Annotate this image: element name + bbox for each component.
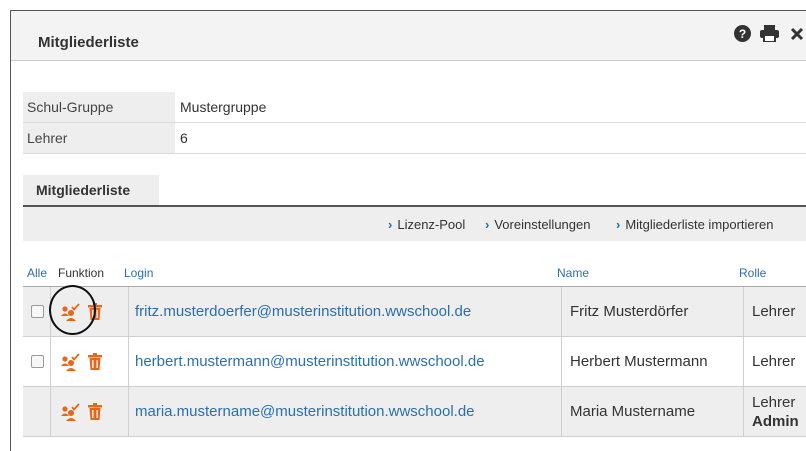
tab-mitgliederliste[interactable]: Mitgliederliste xyxy=(23,175,159,205)
info-label: Lehrer xyxy=(23,122,175,154)
header-login[interactable]: Login xyxy=(124,266,153,280)
info-value: 6 xyxy=(175,122,806,154)
member-login-link[interactable]: herbert.mustermann@musterinstitution.wws… xyxy=(135,353,485,370)
header-name[interactable]: Name xyxy=(557,266,589,280)
info-label: Schul-Gruppe xyxy=(23,92,175,123)
help-icon[interactable]: ? xyxy=(733,24,752,43)
dialog-title: Mitgliederliste xyxy=(38,34,139,51)
assign-role-icon[interactable] xyxy=(60,352,80,372)
row-checkbox-cell xyxy=(31,287,51,336)
name-cell: Herbert Mustermann xyxy=(570,337,708,386)
link-voreinstellungen[interactable]: › Voreinstellungen xyxy=(485,217,590,232)
print-icon[interactable] xyxy=(760,24,779,43)
member-login-link[interactable]: fritz.musterdoerfer@musterinstitution.ww… xyxy=(135,303,471,320)
svg-text:?: ? xyxy=(739,27,746,41)
name-cell: Fritz Musterdörfer xyxy=(570,287,688,336)
member-name: Maria Mustername xyxy=(570,403,696,420)
link-import-members[interactable]: › Mitgliederliste importieren xyxy=(616,217,773,232)
info-row: Schul-Gruppe Mustergruppe xyxy=(23,92,806,123)
role-cell: Lehrer Admin xyxy=(752,387,799,436)
login-cell: fritz.musterdoerfer@musterinstitution.ww… xyxy=(135,287,471,336)
member-login-link[interactable]: maria.mustername@musterinstitution.wwsch… xyxy=(135,403,475,420)
trash-icon[interactable] xyxy=(85,302,105,322)
role-cell: Lehrer xyxy=(752,337,795,386)
member-role: Lehrer xyxy=(752,353,796,370)
header-funktion: Funktion xyxy=(58,266,105,280)
group-info-table: Schul-Gruppe Mustergruppe Lehrer 6 xyxy=(23,92,806,154)
member-role: Lehrer xyxy=(752,393,796,411)
trash-icon[interactable] xyxy=(85,352,105,372)
header-alle[interactable]: Alle xyxy=(27,266,47,280)
chevron-right-icon: › xyxy=(388,217,393,232)
member-name: Fritz Musterdörfer xyxy=(570,303,689,320)
function-cell xyxy=(60,387,105,436)
info-row: Lehrer 6 xyxy=(23,122,806,154)
dialog-titlebar: Mitgliederliste ? xyxy=(11,11,806,61)
chevron-right-icon: › xyxy=(616,217,621,232)
role-cell: Lehrer xyxy=(752,287,795,336)
login-cell: maria.mustername@musterinstitution.wwsch… xyxy=(135,387,475,436)
row-checkbox-cell xyxy=(31,337,51,386)
info-value: Mustergruppe xyxy=(175,92,806,123)
action-link-bar: › Lizenz-Pool › Voreinstellungen › Mitglied… xyxy=(23,207,806,241)
titlebar-icons: ? xyxy=(733,24,806,43)
row-checkbox[interactable] xyxy=(31,355,44,368)
function-cell xyxy=(60,337,105,386)
table-row: herbert.mustermann@musterinstitution.wws… xyxy=(23,337,806,387)
member-role: Lehrer xyxy=(752,303,796,320)
table-row: fritz.musterdoerfer@musterinstitution.ww… xyxy=(23,286,806,337)
chevron-right-icon: › xyxy=(485,217,490,232)
table-row: maria.mustername@musterinstitution.wwsch… xyxy=(23,387,806,437)
member-name: Herbert Mustermann xyxy=(570,353,708,370)
members-dialog: Mitgliederliste ? Schul-Gruppe Mustergru… xyxy=(10,10,806,451)
close-icon[interactable] xyxy=(787,24,806,43)
row-checkbox[interactable] xyxy=(31,305,44,318)
assign-role-icon[interactable] xyxy=(60,302,80,322)
name-cell: Maria Mustername xyxy=(570,387,695,436)
function-cell xyxy=(60,287,105,336)
assign-role-icon[interactable] xyxy=(60,402,80,422)
header-rolle[interactable]: Rolle xyxy=(739,266,766,280)
trash-icon[interactable] xyxy=(85,402,105,422)
member-table: fritz.musterdoerfer@musterinstitution.ww… xyxy=(23,286,806,437)
login-cell: herbert.mustermann@musterinstitution.wws… xyxy=(135,337,485,386)
member-role-admin: Admin xyxy=(752,412,799,430)
link-lizenz-pool[interactable]: › Lizenz-Pool xyxy=(388,217,465,232)
